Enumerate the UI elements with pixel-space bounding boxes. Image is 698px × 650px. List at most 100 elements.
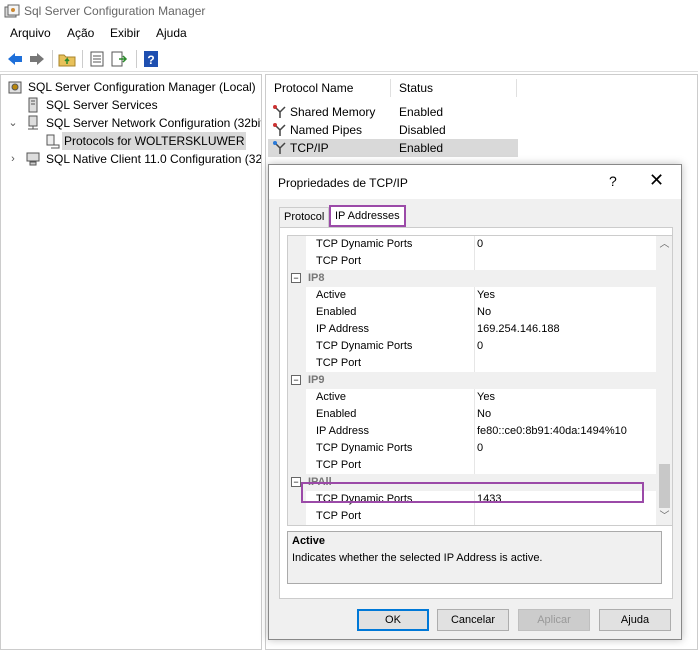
tree-item-services[interactable]: SQL Server Services	[1, 96, 261, 114]
property-row[interactable]: TCP Port	[288, 253, 656, 270]
property-row[interactable]: TCP Dynamic Ports 0	[288, 338, 656, 355]
property-name: Enabled	[316, 306, 357, 318]
property-row[interactable]: TCP Dynamic Ports 0	[288, 236, 656, 253]
row-margin	[288, 287, 306, 304]
description-title: Active	[292, 535, 326, 547]
menu-bar: Arquivo Ação Exibir Ajuda	[0, 24, 698, 44]
property-value[interactable]: Yes	[477, 287, 495, 304]
property-row[interactable]: TCP Port	[288, 355, 656, 372]
property-name: Active	[316, 289, 346, 301]
chevron-down-icon[interactable]: ⌄	[7, 114, 19, 132]
row-margin	[288, 236, 306, 253]
tree-item-label: SQL Server Network Configuration (32bit)	[46, 116, 262, 130]
property-row[interactable]: Enabled No	[288, 406, 656, 423]
property-value[interactable]: No	[477, 304, 491, 321]
title-bar: Sql Server Configuration Manager	[0, 0, 698, 24]
tree-item-root[interactable]: SQL Server Configuration Manager (Local)	[1, 78, 261, 96]
cancel-button[interactable]: Cancelar	[437, 609, 509, 631]
property-value[interactable]: Yes	[477, 389, 495, 406]
property-name: TCP Port	[316, 510, 362, 522]
property-row[interactable]: Active Yes	[288, 287, 656, 304]
tree-item-label: SQL Server Services	[46, 98, 158, 112]
column-header-protocol[interactable]: Protocol Name	[274, 81, 353, 95]
scroll-up-icon[interactable]: ︿	[656, 236, 672, 253]
menu-exibir[interactable]: Exibir	[110, 26, 140, 40]
collapse-icon[interactable]: −	[291, 375, 301, 385]
property-row[interactable]: IP Address fe80::ce0:8b91:40da:1494%10	[288, 423, 656, 440]
column-divider[interactable]	[390, 79, 391, 97]
toolbar-separator	[52, 50, 53, 68]
menu-arquivo[interactable]: Arquivo	[10, 26, 51, 40]
network-server-icon	[28, 115, 38, 130]
tree-item-label: Protocols for WOLTERSKLUWER	[62, 132, 247, 150]
ok-button[interactable]: OK	[357, 609, 429, 631]
property-value[interactable]: 0	[477, 338, 483, 355]
list-item-shared-memory[interactable]: Shared Memory Enabled	[268, 103, 518, 121]
property-name: TCP Dynamic Ports	[316, 238, 413, 250]
property-value[interactable]: 0	[477, 440, 483, 457]
column-divider	[474, 253, 475, 270]
close-icon[interactable]: ✕	[649, 170, 664, 191]
protocol-name: Named Pipes	[290, 123, 363, 137]
folder-up-icon[interactable]	[58, 50, 76, 68]
tab-page-ip-addresses: TCP Dynamic Ports 0 TCP Port − IP8 Active Yes E…	[279, 227, 673, 599]
tree-item-protocols[interactable]: Protocols for WOLTERSKLUWER	[1, 132, 261, 150]
property-description: Active Indicates whether the selected IP…	[287, 531, 662, 584]
property-category[interactable]: − IP8	[288, 270, 656, 287]
menu-ajuda[interactable]: Ajuda	[156, 26, 187, 40]
row-margin	[288, 253, 306, 270]
tab-ip-addresses[interactable]: IP Addresses	[329, 205, 406, 227]
column-header-status[interactable]: Status	[399, 81, 433, 95]
category-label: IP9	[308, 374, 325, 386]
scroll-down-icon[interactable]: ﹀	[656, 508, 672, 525]
tree-item-label: SQL Server Configuration Manager (Local)	[28, 80, 256, 94]
property-name: Enabled	[316, 408, 357, 420]
property-value[interactable]: 169.254.146.188	[477, 321, 560, 338]
column-divider[interactable]	[516, 79, 517, 97]
tree-item-network[interactable]: ⌄ SQL Server Network Configuration (32bi…	[1, 114, 262, 132]
vertical-scrollbar[interactable]: ︿ ﹀	[656, 236, 672, 525]
back-arrow-icon[interactable]	[6, 50, 24, 68]
tab-protocol[interactable]: Protocol	[279, 207, 329, 227]
list-item-tcp-ip[interactable]: TCP/IP Enabled	[268, 139, 518, 157]
row-margin	[288, 338, 306, 355]
ipall-dynamic-ports-highlight	[301, 482, 644, 503]
column-divider	[474, 423, 475, 440]
help-question-icon[interactable]: ?	[609, 173, 617, 189]
menu-acao[interactable]: Ação	[67, 26, 94, 40]
scrollbar-thumb[interactable]	[659, 464, 670, 508]
collapse-icon[interactable]: −	[291, 477, 301, 487]
properties-icon[interactable]	[88, 50, 106, 68]
property-name: TCP Port	[316, 255, 362, 267]
column-divider	[474, 508, 475, 525]
help-button[interactable]: Ajuda	[599, 609, 671, 631]
apply-button[interactable]: Aplicar	[518, 609, 590, 631]
forward-arrow-icon[interactable]	[28, 50, 46, 68]
toolbar: ?	[0, 46, 698, 72]
column-divider	[474, 304, 475, 321]
property-row[interactable]: IP Address 169.254.146.188	[288, 321, 656, 338]
property-row[interactable]: TCP Port	[288, 508, 656, 525]
row-margin	[288, 508, 306, 525]
toolbar-separator	[136, 50, 137, 68]
category-label: IP8	[308, 272, 325, 284]
tree-item-native-client[interactable]: › SQL Native Client 11.0 Configuration (…	[1, 150, 261, 168]
dialog-title-bar: Propriedades de TCP/IP ? ✕	[269, 165, 681, 199]
property-value[interactable]: fe80::ce0:8b91:40da:1494%10	[477, 423, 627, 440]
help-icon[interactable]: ?	[142, 50, 160, 68]
property-row[interactable]: TCP Port	[288, 457, 656, 474]
row-margin	[288, 355, 306, 372]
property-row[interactable]: TCP Dynamic Ports 0	[288, 440, 656, 457]
property-row[interactable]: Enabled No	[288, 304, 656, 321]
property-row[interactable]: Active Yes	[288, 389, 656, 406]
protocol-plug-icon	[273, 105, 286, 118]
collapse-icon[interactable]: −	[291, 273, 301, 283]
row-margin	[288, 389, 306, 406]
list-item-named-pipes[interactable]: Named Pipes Disabled	[268, 121, 518, 139]
property-value[interactable]: 0	[477, 236, 483, 253]
property-value[interactable]: No	[477, 406, 491, 423]
property-category[interactable]: − IP9	[288, 372, 656, 389]
chevron-right-icon[interactable]: ›	[7, 150, 19, 168]
export-list-icon[interactable]	[110, 50, 128, 68]
column-divider	[474, 287, 475, 304]
